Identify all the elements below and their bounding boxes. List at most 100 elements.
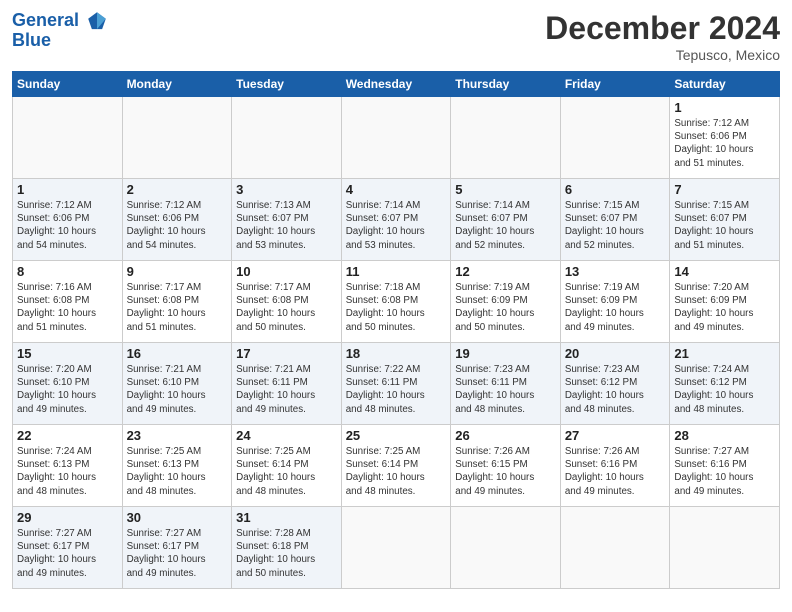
day-info: Sunrise: 7:28 AM Sunset: 6:18 PM Dayligh… bbox=[236, 527, 337, 580]
page-header: General Blue December 2024 Tepusco, Mexi… bbox=[12, 10, 780, 63]
day-info: Sunrise: 7:15 AM Sunset: 6:07 PM Dayligh… bbox=[674, 199, 775, 252]
day-info: Sunrise: 7:25 AM Sunset: 6:14 PM Dayligh… bbox=[236, 445, 337, 498]
day-number: 25 bbox=[346, 428, 447, 443]
calendar-cell: 30 Sunrise: 7:27 AM Sunset: 6:17 PM Dayli… bbox=[122, 507, 232, 589]
calendar-cell: 15 Sunrise: 7:20 AM Sunset: 6:10 PM Dayli… bbox=[13, 343, 123, 425]
day-of-week-header: Wednesday bbox=[341, 72, 451, 97]
calendar-cell bbox=[670, 507, 780, 589]
day-info: Sunrise: 7:17 AM Sunset: 6:08 PM Dayligh… bbox=[236, 281, 337, 334]
logo-blue: Blue bbox=[12, 30, 108, 51]
day-info: Sunrise: 7:12 AM Sunset: 6:06 PM Dayligh… bbox=[127, 199, 228, 252]
day-number: 17 bbox=[236, 346, 337, 361]
calendar-week-row: 1 Sunrise: 7:12 AM Sunset: 6:06 PM Daylig… bbox=[13, 97, 780, 179]
day-info: Sunrise: 7:21 AM Sunset: 6:10 PM Dayligh… bbox=[127, 363, 228, 416]
calendar-cell: 29 Sunrise: 7:27 AM Sunset: 6:17 PM Dayli… bbox=[13, 507, 123, 589]
day-number: 6 bbox=[565, 182, 666, 197]
calendar-cell: 3 Sunrise: 7:13 AM Sunset: 6:07 PM Daylig… bbox=[232, 179, 342, 261]
calendar-cell: 27 Sunrise: 7:26 AM Sunset: 6:16 PM Dayli… bbox=[560, 425, 670, 507]
logo-icon bbox=[86, 10, 108, 32]
day-of-week-header: Thursday bbox=[451, 72, 561, 97]
calendar-cell bbox=[341, 97, 451, 179]
day-info: Sunrise: 7:12 AM Sunset: 6:06 PM Dayligh… bbox=[674, 117, 775, 170]
day-info: Sunrise: 7:23 AM Sunset: 6:11 PM Dayligh… bbox=[455, 363, 556, 416]
calendar-cell: 10Sunrise: 7:17 AM Sunset: 6:08 PM Dayli… bbox=[232, 261, 342, 343]
title-block: December 2024 Tepusco, Mexico bbox=[545, 10, 780, 63]
day-info: Sunrise: 7:27 AM Sunset: 6:16 PM Dayligh… bbox=[674, 445, 775, 498]
calendar-cell: 11Sunrise: 7:18 AM Sunset: 6:08 PM Dayli… bbox=[341, 261, 451, 343]
calendar-week-row: 15 Sunrise: 7:20 AM Sunset: 6:10 PM Dayli… bbox=[13, 343, 780, 425]
day-number: 2 bbox=[127, 182, 228, 197]
calendar-cell: 9Sunrise: 7:17 AM Sunset: 6:08 PM Daylig… bbox=[122, 261, 232, 343]
day-info: Sunrise: 7:16 AM Sunset: 6:08 PM Dayligh… bbox=[17, 281, 118, 334]
day-info: Sunrise: 7:14 AM Sunset: 6:07 PM Dayligh… bbox=[455, 199, 556, 252]
day-info: Sunrise: 7:14 AM Sunset: 6:07 PM Dayligh… bbox=[346, 199, 447, 252]
calendar-week-row: 29 Sunrise: 7:27 AM Sunset: 6:17 PM Dayli… bbox=[13, 507, 780, 589]
logo-text: General bbox=[12, 10, 108, 32]
day-number: 31 bbox=[236, 510, 337, 525]
day-info: Sunrise: 7:26 AM Sunset: 6:15 PM Dayligh… bbox=[455, 445, 556, 498]
day-number: 1 bbox=[17, 182, 118, 197]
day-info: Sunrise: 7:24 AM Sunset: 6:13 PM Dayligh… bbox=[17, 445, 118, 498]
day-info: Sunrise: 7:21 AM Sunset: 6:11 PM Dayligh… bbox=[236, 363, 337, 416]
day-number: 21 bbox=[674, 346, 775, 361]
calendar-cell: 24Sunrise: 7:25 AM Sunset: 6:14 PM Dayli… bbox=[232, 425, 342, 507]
day-info: Sunrise: 7:26 AM Sunset: 6:16 PM Dayligh… bbox=[565, 445, 666, 498]
calendar-cell: 7Sunrise: 7:15 AM Sunset: 6:07 PM Daylig… bbox=[670, 179, 780, 261]
calendar-cell: 6 Sunrise: 7:15 AM Sunset: 6:07 PM Daylig… bbox=[560, 179, 670, 261]
day-info: Sunrise: 7:25 AM Sunset: 6:14 PM Dayligh… bbox=[346, 445, 447, 498]
calendar-header-row: SundayMondayTuesdayWednesdayThursdayFrid… bbox=[13, 72, 780, 97]
calendar-cell: 26Sunrise: 7:26 AM Sunset: 6:15 PM Dayli… bbox=[451, 425, 561, 507]
calendar-cell bbox=[451, 97, 561, 179]
day-number: 27 bbox=[565, 428, 666, 443]
day-of-week-header: Monday bbox=[122, 72, 232, 97]
calendar-cell: 17 Sunrise: 7:21 AM Sunset: 6:11 PM Dayli… bbox=[232, 343, 342, 425]
calendar-cell: 14 Sunrise: 7:20 AM Sunset: 6:09 PM Dayli… bbox=[670, 261, 780, 343]
day-number: 14 bbox=[674, 264, 775, 279]
day-info: Sunrise: 7:15 AM Sunset: 6:07 PM Dayligh… bbox=[565, 199, 666, 252]
day-number: 4 bbox=[346, 182, 447, 197]
day-number: 29 bbox=[17, 510, 118, 525]
calendar-cell: 31 Sunrise: 7:28 AM Sunset: 6:18 PM Dayli… bbox=[232, 507, 342, 589]
day-number: 13 bbox=[565, 264, 666, 279]
calendar-cell: 12Sunrise: 7:19 AM Sunset: 6:09 PM Dayli… bbox=[451, 261, 561, 343]
calendar-cell bbox=[560, 97, 670, 179]
day-of-week-header: Friday bbox=[560, 72, 670, 97]
day-number: 1 bbox=[674, 100, 775, 115]
day-info: Sunrise: 7:19 AM Sunset: 6:09 PM Dayligh… bbox=[565, 281, 666, 334]
calendar-cell bbox=[451, 507, 561, 589]
day-number: 12 bbox=[455, 264, 556, 279]
calendar-cell: 28Sunrise: 7:27 AM Sunset: 6:16 PM Dayli… bbox=[670, 425, 780, 507]
calendar-cell: 2 Sunrise: 7:12 AM Sunset: 6:06 PM Daylig… bbox=[122, 179, 232, 261]
calendar-cell: 1 Sunrise: 7:12 AM Sunset: 6:06 PM Daylig… bbox=[670, 97, 780, 179]
calendar-cell: 4 Sunrise: 7:14 AM Sunset: 6:07 PM Daylig… bbox=[341, 179, 451, 261]
day-info: Sunrise: 7:20 AM Sunset: 6:10 PM Dayligh… bbox=[17, 363, 118, 416]
location: Tepusco, Mexico bbox=[545, 47, 780, 63]
day-number: 8 bbox=[17, 264, 118, 279]
calendar-cell: 21Sunrise: 7:24 AM Sunset: 6:12 PM Dayli… bbox=[670, 343, 780, 425]
day-info: Sunrise: 7:17 AM Sunset: 6:08 PM Dayligh… bbox=[127, 281, 228, 334]
day-number: 5 bbox=[455, 182, 556, 197]
calendar-week-row: 22 Sunrise: 7:24 AM Sunset: 6:13 PM Dayli… bbox=[13, 425, 780, 507]
day-of-week-header: Saturday bbox=[670, 72, 780, 97]
calendar-table: SundayMondayTuesdayWednesdayThursdayFrid… bbox=[12, 71, 780, 589]
calendar-cell bbox=[560, 507, 670, 589]
day-number: 18 bbox=[346, 346, 447, 361]
day-number: 30 bbox=[127, 510, 228, 525]
day-info: Sunrise: 7:27 AM Sunset: 6:17 PM Dayligh… bbox=[17, 527, 118, 580]
calendar-cell: 18Sunrise: 7:22 AM Sunset: 6:11 PM Dayli… bbox=[341, 343, 451, 425]
month-title: December 2024 bbox=[545, 10, 780, 47]
calendar-cell: 23Sunrise: 7:25 AM Sunset: 6:13 PM Dayli… bbox=[122, 425, 232, 507]
calendar-cell bbox=[13, 97, 123, 179]
day-info: Sunrise: 7:27 AM Sunset: 6:17 PM Dayligh… bbox=[127, 527, 228, 580]
day-info: Sunrise: 7:13 AM Sunset: 6:07 PM Dayligh… bbox=[236, 199, 337, 252]
calendar-cell bbox=[122, 97, 232, 179]
day-number: 19 bbox=[455, 346, 556, 361]
calendar-cell: 1Sunrise: 7:12 AM Sunset: 6:06 PM Daylig… bbox=[13, 179, 123, 261]
day-info: Sunrise: 7:20 AM Sunset: 6:09 PM Dayligh… bbox=[674, 281, 775, 334]
day-info: Sunrise: 7:23 AM Sunset: 6:12 PM Dayligh… bbox=[565, 363, 666, 416]
day-number: 22 bbox=[17, 428, 118, 443]
day-number: 3 bbox=[236, 182, 337, 197]
calendar-cell: 22 Sunrise: 7:24 AM Sunset: 6:13 PM Dayli… bbox=[13, 425, 123, 507]
day-number: 15 bbox=[17, 346, 118, 361]
day-number: 11 bbox=[346, 264, 447, 279]
